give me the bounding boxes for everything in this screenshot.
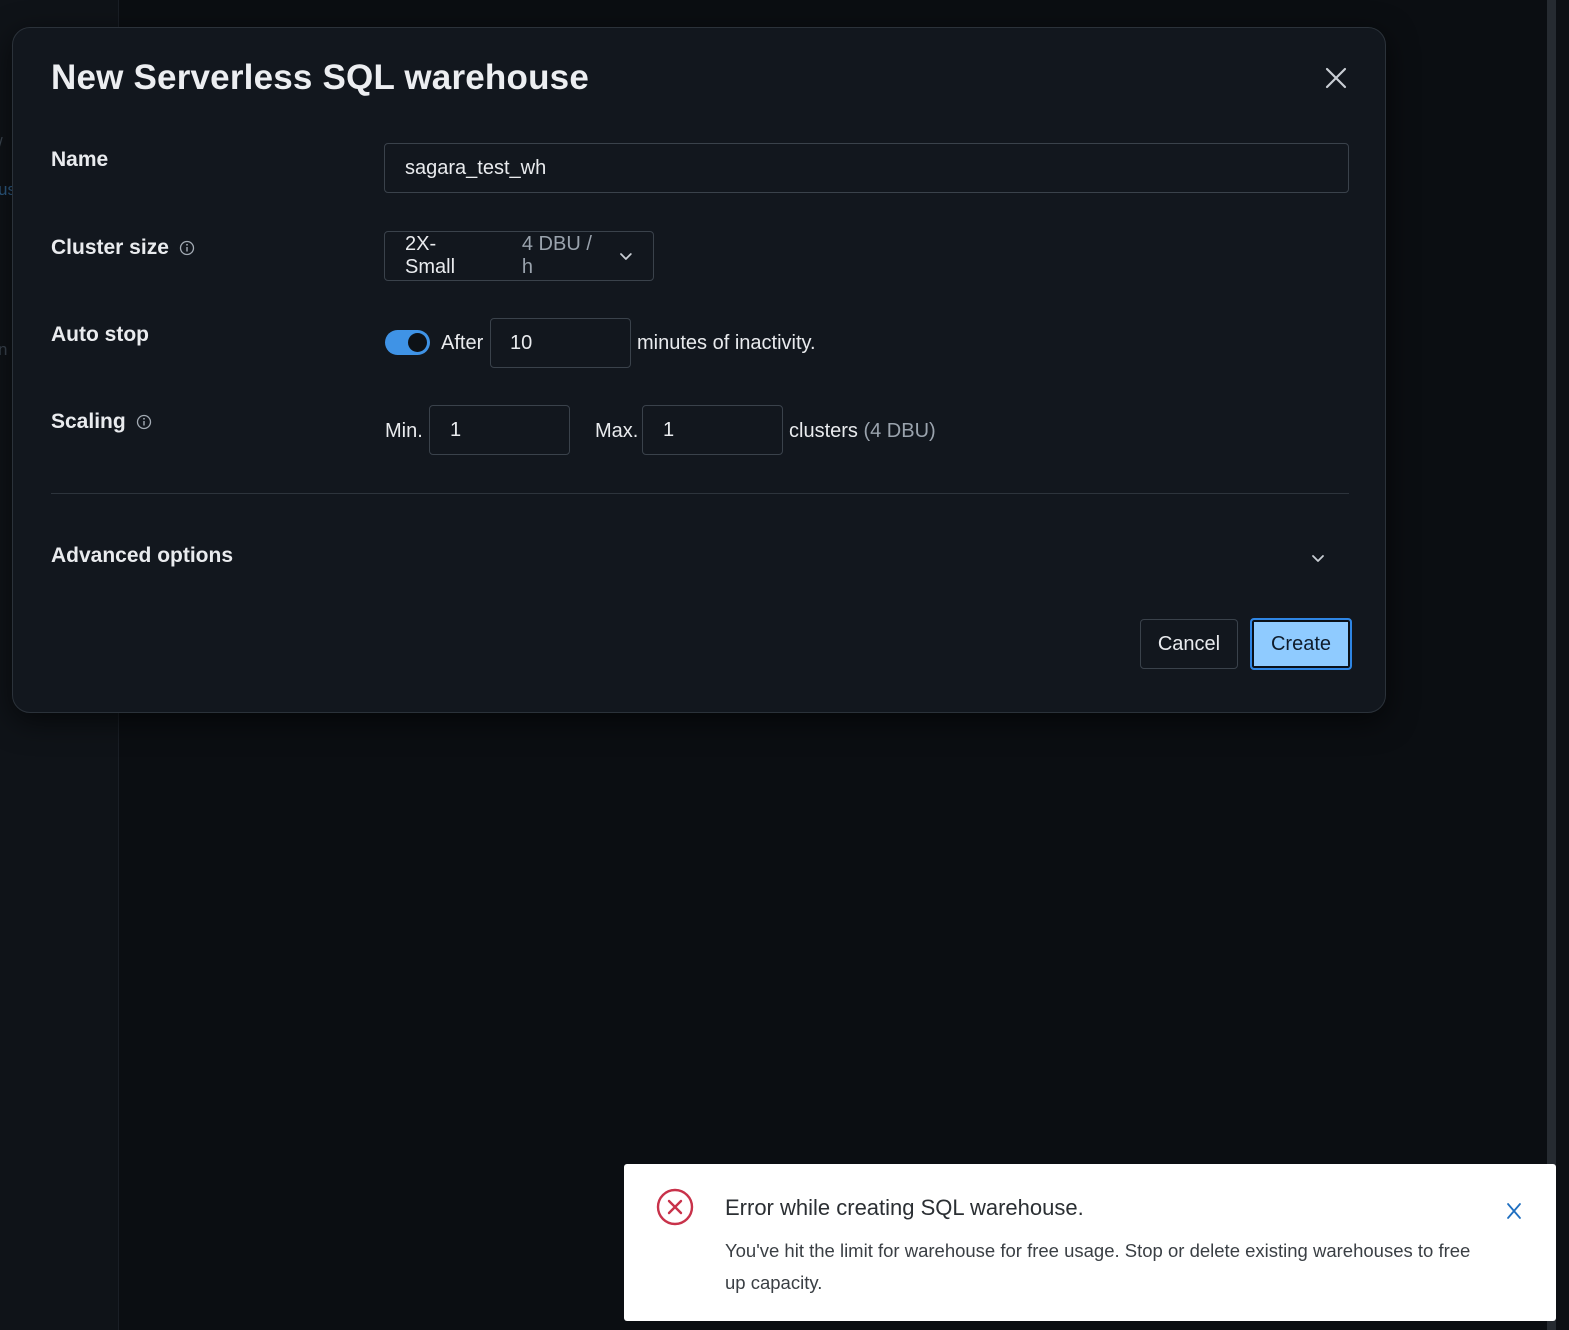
clusters-dbu: (4 DBU) [863,420,936,442]
toast-message: You've hit the limit for warehouse for f… [725,1240,1471,1293]
chevron-down-icon [620,253,632,260]
scaling-label-text: Scaling [51,410,126,433]
scaling-max-input[interactable] [642,405,783,455]
cluster-size-label-text: Cluster size [51,236,169,259]
toast-close-icon[interactable] [1504,1201,1524,1221]
clusters-word: clusters [789,420,858,442]
advanced-options-toggle[interactable]: Advanced options [51,544,233,568]
name-input[interactable] [384,143,1349,193]
chevron-down-icon[interactable] [1310,550,1326,566]
scaling-min-label: Min. [385,420,423,442]
error-circle-icon [656,1188,694,1226]
cluster-size-value: 2X-Small [405,233,456,278]
scaling-max-label: Max. [595,420,639,442]
cancel-button[interactable]: Cancel [1140,619,1238,669]
info-icon[interactable] [179,240,195,256]
name-label: Name [51,148,108,172]
auto-stop-suffix-text: minutes of inactivity. [637,332,816,354]
toggle-knob [408,333,427,352]
section-divider [51,493,1349,494]
toast-title: Error while creating SQL warehouse. [725,1195,1084,1220]
cluster-size-select[interactable]: 2X-Small 4 DBU / h [384,231,654,281]
page-scrollbar[interactable] [1547,0,1569,1330]
error-toast: Error while creating SQL warehouse. You'… [624,1164,1556,1321]
clusters-text: clusters (4 DBU) [789,420,936,443]
new-warehouse-dialog: New Serverless SQL warehouse Name Cluste… [12,27,1386,713]
create-button[interactable]: Create [1250,618,1352,670]
scrollbar-thumb[interactable] [1547,0,1556,1330]
auto-stop-toggle[interactable] [385,330,430,355]
cluster-size-label: Cluster size [51,236,195,260]
auto-stop-label-text: Auto stop [51,323,149,346]
scaling-min-input[interactable] [429,405,570,455]
sidebar-fragment: n [0,340,8,359]
sidebar-fragment: / [0,134,3,154]
scaling-label: Scaling [51,410,152,434]
cluster-size-rate: 4 DBU / h [521,233,592,278]
auto-stop-after-text: After [441,332,484,354]
info-icon[interactable] [136,414,152,430]
dialog-title: New Serverless SQL warehouse [51,58,589,97]
close-icon[interactable] [1322,64,1350,92]
auto-stop-minutes-input[interactable] [490,318,631,368]
auto-stop-label: Auto stop [51,323,149,347]
name-label-text: Name [51,148,109,171]
